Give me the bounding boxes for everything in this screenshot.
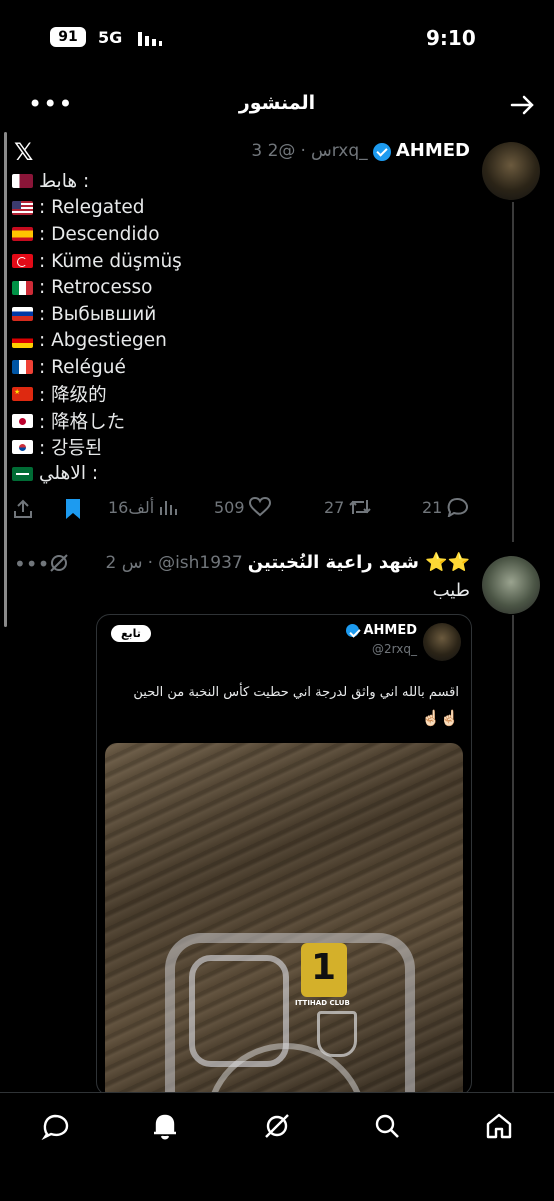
page-title: المنشور (238, 92, 316, 114)
trophy-icon (317, 1011, 357, 1057)
verified-icon (345, 624, 359, 637)
tweet-line: : 降格した (12, 407, 182, 434)
like-stat[interactable]: 509 (214, 497, 271, 517)
quoted-handle: @2rxq_ (372, 642, 417, 656)
tweet-author[interactable]: شهد راعية النُخبتين ⭐⭐ (248, 552, 470, 573)
tweet-line: : Relegated (12, 195, 182, 222)
share-icon[interactable] (12, 498, 34, 520)
views-icon (160, 501, 178, 515)
flag-de-icon (12, 333, 33, 348)
avatar[interactable] (482, 142, 540, 200)
tweet-header: 3 س · @2rxq_ AHMED (251, 140, 470, 161)
flag-tr-icon (12, 254, 33, 269)
verified-icon (372, 142, 391, 161)
bottom-nav (0, 1092, 554, 1201)
tweet-line: : Abgestiegen (12, 328, 182, 355)
tweet-line: الاهلي : (12, 461, 182, 488)
ittihad-badge: 1 (301, 943, 347, 997)
flag-it-icon (12, 280, 33, 295)
tweet-text: طيب (432, 580, 470, 601)
badge-label: ITTIHAD CLUB (295, 999, 350, 1007)
more-icon[interactable]: ••• (14, 552, 49, 576)
flag-sa-icon (12, 466, 33, 481)
bookmark-icon[interactable] (64, 498, 82, 520)
tweet-header: 2 س · @ish1937 شهد راعية النُخبتين ⭐⭐ (105, 552, 470, 573)
reply-icon (448, 497, 469, 517)
scrollbar[interactable] (4, 132, 7, 627)
retweet-stat[interactable]: 27 (324, 497, 372, 517)
tweet-line: : Relégué (12, 354, 182, 381)
thread-line (512, 202, 514, 542)
tweet-line: ★ : 降级的 (12, 385, 107, 407)
tweet-line: هابط : (12, 168, 182, 195)
search-icon[interactable] (372, 1111, 402, 1141)
status-time: 9:10 (426, 26, 476, 50)
grok-icon[interactable] (48, 552, 70, 574)
reply-stat[interactable]: 21 (422, 497, 469, 517)
retweet-icon (349, 500, 372, 514)
quoted-author[interactable]: AHMED (345, 623, 417, 638)
flag-jp-icon (12, 413, 33, 428)
tweet-line: : Выбывший (12, 301, 182, 328)
home-icon[interactable] (484, 1111, 514, 1141)
tweet-body: هابط : : Relegated : Descendido : Küme d… (12, 168, 182, 487)
quoted-emoji: ☝🏻☝🏻 (421, 709, 459, 727)
tweet-actions: 16ألف 509 27 21 (0, 496, 554, 522)
flag-cn-icon: ★ (12, 387, 33, 402)
tweet-author[interactable]: AHMED (396, 140, 470, 161)
signal-icon (138, 32, 162, 46)
avatar[interactable] (423, 623, 461, 661)
follow-button[interactable]: تابع (111, 625, 151, 642)
quoted-photo[interactable]: 1 ITTIHAD CLUB (105, 743, 463, 1095)
flag-kr-icon (12, 440, 33, 455)
thread-line (512, 615, 514, 1095)
tweet-line: : Retrocesso (12, 274, 182, 301)
views-stat[interactable]: 16ألف (108, 497, 178, 517)
battery-indicator: 91 (50, 27, 86, 47)
flag-qa-icon (12, 174, 33, 189)
grok-icon[interactable] (262, 1111, 292, 1141)
flag-es-icon (12, 227, 33, 242)
quoted-text: اقسم بالله اني واثق لدرجة اني حطيت كأس ا… (133, 685, 459, 700)
flag-ru-icon (12, 307, 33, 322)
flag-us-icon (12, 200, 33, 215)
network-label: 5G (98, 28, 123, 47)
x-logo-icon: 𝕏 (14, 138, 34, 166)
tweet-line: : 강등된 (12, 434, 182, 461)
bell-icon[interactable] (150, 1111, 180, 1141)
quoted-tweet[interactable]: تابع AHMED @2rxq_ اقسم بالله اني واثق لد… (96, 614, 472, 1096)
tweet-time: 2 س (105, 553, 143, 573)
heart-icon (248, 497, 271, 517)
avatar[interactable] (482, 556, 540, 614)
flag-fr-icon (12, 360, 33, 375)
chat-icon[interactable] (40, 1111, 70, 1141)
tweet-line: : Descendido (12, 221, 182, 248)
arrow-right-icon[interactable] (510, 92, 536, 118)
tweet-handle[interactable]: @ish1937 (158, 553, 243, 573)
tweet-line: : Küme düşmüş (12, 248, 182, 275)
